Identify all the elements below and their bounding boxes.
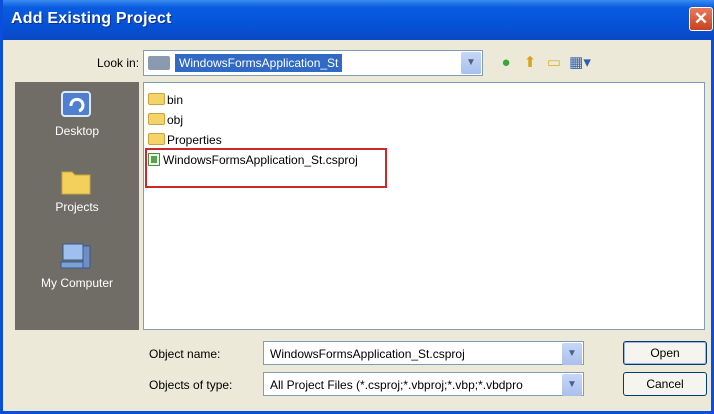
- desktop-icon: [61, 91, 91, 117]
- look-in-combobox[interactable]: WindowsFormsApplication_St ▼: [143, 50, 483, 76]
- view-menu-icon: ▦▾: [569, 54, 591, 71]
- list-item[interactable]: obj: [148, 113, 183, 130]
- chevron-down-icon[interactable]: ▼: [461, 52, 481, 74]
- add-existing-project-dialog: Add Existing Project ✕ Look in: WindowsF…: [0, 0, 714, 414]
- object-type-select[interactable]: All Project Files (*.csproj;*.vbproj;*.v…: [263, 372, 584, 396]
- file-name: bin: [167, 93, 184, 107]
- back-button[interactable]: ●: [495, 53, 517, 73]
- object-type-label: Objects of type:: [149, 378, 233, 392]
- list-item[interactable]: bin: [148, 93, 183, 110]
- place-desktop[interactable]: Desktop: [15, 86, 139, 146]
- computer-icon: [60, 243, 91, 269]
- file-list[interactable]: bin obj Properties WindowsFormsApplicati…: [143, 82, 705, 330]
- new-folder-icon: ▭: [546, 54, 562, 71]
- back-icon: ●: [501, 54, 511, 71]
- object-name-label: Object name:: [149, 347, 221, 361]
- object-type-value: All Project Files (*.csproj;*.vbproj;*.v…: [270, 378, 523, 392]
- object-name-field[interactable]: WindowsFormsApplication_St.csproj ▼: [263, 341, 584, 365]
- folder-icon: [148, 56, 170, 70]
- new-folder-button[interactable]: ▭: [543, 53, 565, 73]
- title-bar[interactable]: Add Existing Project ✕: [3, 0, 714, 40]
- place-my-computer[interactable]: My Computer: [15, 238, 139, 298]
- up-folder-button[interactable]: ⬆: [519, 53, 541, 73]
- up-folder-icon: ⬆: [523, 54, 537, 71]
- look-in-label: Look in:: [97, 56, 140, 70]
- file-name: Properties: [167, 133, 222, 147]
- place-label: My Computer: [40, 276, 114, 290]
- close-button[interactable]: ✕: [689, 7, 713, 31]
- folder-icon: [148, 93, 165, 105]
- folder-icon: [148, 133, 165, 145]
- places-bar: Desktop Projects My Computer: [15, 82, 139, 330]
- highlight-annotation: [145, 148, 387, 188]
- view-menu-button[interactable]: ▦▾: [567, 53, 593, 73]
- folder-icon: [148, 113, 165, 125]
- object-name-value: WindowsFormsApplication_St.csproj: [270, 347, 465, 361]
- close-icon: ✕: [693, 9, 709, 28]
- chevron-down-icon[interactable]: ▼: [562, 343, 582, 365]
- open-button[interactable]: Open: [623, 341, 707, 365]
- cancel-button[interactable]: Cancel: [623, 372, 707, 396]
- place-projects[interactable]: Projects: [15, 162, 139, 222]
- folder-icon: [61, 171, 91, 195]
- chevron-down-icon[interactable]: ▼: [562, 374, 582, 396]
- look-in-value: WindowsFormsApplication_St: [175, 54, 343, 72]
- place-label: Desktop: [54, 124, 100, 138]
- file-name: obj: [167, 113, 184, 127]
- place-label: Projects: [55, 200, 99, 214]
- window-title: Add Existing Project: [11, 10, 172, 27]
